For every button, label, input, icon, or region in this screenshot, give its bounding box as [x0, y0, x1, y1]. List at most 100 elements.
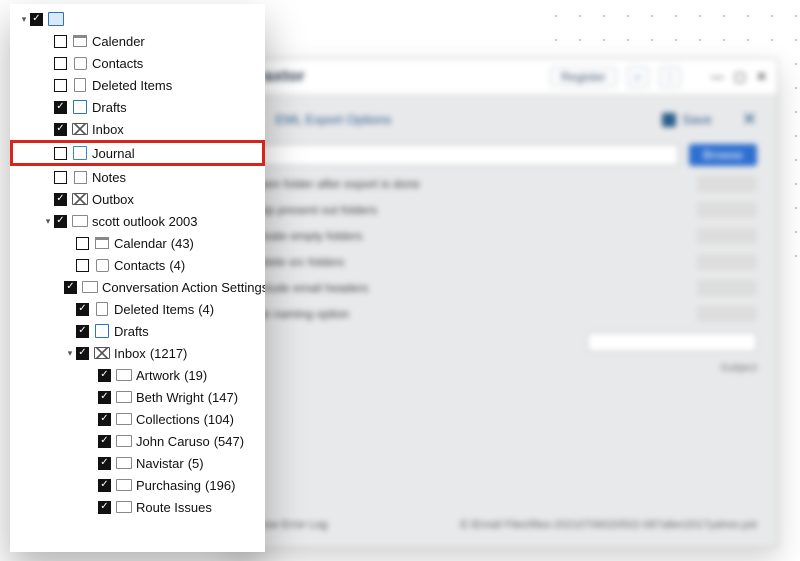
checkbox[interactable] — [98, 435, 111, 448]
close-icon[interactable]: ✕ — [742, 109, 757, 130]
tree-item-label: Drafts — [92, 100, 127, 115]
item-count: (5) — [188, 456, 204, 471]
tree-item[interactable]: Inbox — [10, 118, 265, 140]
option-label: Create empty folders — [251, 229, 697, 243]
tree-item[interactable]: Deleted Items — [10, 74, 265, 96]
checkbox[interactable] — [98, 501, 111, 514]
checkbox[interactable] — [76, 303, 89, 316]
checkbox[interactable] — [98, 391, 111, 404]
trash-icon — [94, 302, 110, 316]
trash-icon — [72, 78, 88, 92]
mail-icon — [72, 122, 88, 136]
tree-item[interactable]: Drafts — [10, 96, 265, 118]
checkbox[interactable] — [30, 13, 43, 26]
tree-item[interactable]: Outbox — [10, 188, 265, 210]
checkbox[interactable] — [54, 101, 67, 114]
save-icon — [662, 113, 676, 127]
tree-item-label: Beth Wright — [136, 390, 204, 405]
option-value[interactable] — [697, 306, 757, 322]
option-label: File naming option — [251, 307, 697, 321]
checkbox[interactable] — [54, 147, 67, 160]
checkbox[interactable] — [64, 281, 77, 294]
tree-item-label: scott outlook 2003 — [92, 214, 198, 229]
checkbox[interactable] — [98, 479, 111, 492]
option-value[interactable] — [697, 202, 757, 218]
checkbox[interactable] — [54, 193, 67, 206]
tree-item-label: Contacts — [114, 258, 165, 273]
folder-tree-panel: ▾CalenderContactsDeleted ItemsDraftsInbo… — [10, 4, 265, 552]
checkbox[interactable] — [76, 347, 89, 360]
tree-item-label: Route Issues — [136, 500, 212, 515]
tree-item[interactable]: Conversation Action Settings — [10, 276, 265, 298]
folder-icon — [116, 478, 132, 492]
checkbox[interactable] — [54, 215, 67, 228]
tree-item[interactable]: Artwork (19) — [10, 364, 265, 386]
folder-icon — [116, 412, 132, 426]
checkbox[interactable] — [54, 123, 67, 136]
checkbox[interactable] — [76, 325, 89, 338]
checkbox[interactable] — [98, 413, 111, 426]
path-input[interactable] — [251, 144, 679, 166]
root-icon — [48, 12, 64, 26]
checkbox[interactable] — [54, 171, 67, 184]
item-count: (547) — [214, 434, 244, 449]
checkbox[interactable] — [98, 457, 111, 470]
checkbox[interactable] — [54, 57, 67, 70]
note-icon — [72, 170, 88, 184]
tree-item[interactable]: Deleted Items (4) — [10, 298, 265, 320]
checkbox[interactable] — [76, 259, 89, 272]
tree-item-label: John Caruso — [136, 434, 210, 449]
tree-item-label: Deleted Items — [92, 78, 172, 93]
window-min-icon[interactable]: — — [711, 69, 724, 84]
tree-item[interactable]: Journal — [10, 140, 265, 166]
checkbox[interactable] — [54, 35, 67, 48]
folder-icon — [116, 456, 132, 470]
option-value[interactable] — [697, 228, 757, 244]
checkbox[interactable] — [54, 79, 67, 92]
item-count: (104) — [204, 412, 234, 427]
tree-item[interactable]: Contacts — [10, 52, 265, 74]
tree-item[interactable]: Drafts — [10, 320, 265, 342]
save-button[interactable]: Save — [662, 112, 712, 127]
folder-icon — [82, 280, 98, 294]
expand-toggle-icon[interactable]: ▾ — [64, 348, 76, 359]
option-value[interactable] — [697, 280, 757, 296]
tree-item[interactable]: ▾ — [10, 8, 265, 30]
tree-item[interactable]: Calendar (43) — [10, 232, 265, 254]
calendar-icon — [94, 236, 110, 250]
tree-item[interactable]: ▾ scott outlook 2003 — [10, 210, 265, 232]
tree-item[interactable]: Calender — [10, 30, 265, 52]
window-max-icon[interactable]: ▢ — [734, 69, 746, 85]
tree-item[interactable]: Route Issues — [10, 496, 265, 518]
window-close-icon[interactable]: ✕ — [756, 69, 767, 85]
search-icon[interactable]: ⌕ — [627, 66, 649, 88]
item-count: (4) — [198, 302, 214, 317]
tree-item-label: Inbox — [114, 346, 146, 361]
naming-select[interactable] — [587, 332, 757, 352]
option-value[interactable] — [697, 176, 757, 192]
browse-button[interactable]: Browse — [689, 144, 757, 166]
item-count: (147) — [208, 390, 238, 405]
mail-icon — [94, 346, 110, 360]
expand-toggle-icon[interactable]: ▾ — [18, 14, 30, 25]
tree-item-label: Purchasing — [136, 478, 201, 493]
tree-item[interactable]: Beth Wright (147) — [10, 386, 265, 408]
item-count: (43) — [171, 236, 194, 251]
register-button[interactable]: Register — [550, 67, 617, 87]
tree-item[interactable]: Purchasing (196) — [10, 474, 265, 496]
tree-item[interactable]: John Caruso (547) — [10, 430, 265, 452]
expand-toggle-icon[interactable]: ▾ — [42, 216, 54, 227]
folder-icon — [116, 434, 132, 448]
option-label: Delete src folders — [251, 255, 697, 269]
tree-item[interactable]: Contacts (4) — [10, 254, 265, 276]
checkbox[interactable] — [76, 237, 89, 250]
tree-item[interactable]: ▾Inbox (1217) — [10, 342, 265, 364]
tree-item[interactable]: Navistar (5) — [10, 452, 265, 474]
item-count: (196) — [205, 478, 235, 493]
menu-icon[interactable]: ⋮ — [659, 66, 681, 88]
tree-item[interactable]: Notes — [10, 166, 265, 188]
tree-item-label: Journal — [92, 146, 135, 161]
checkbox[interactable] — [98, 369, 111, 382]
tree-item[interactable]: Collections (104) — [10, 408, 265, 430]
option-value[interactable] — [697, 254, 757, 270]
